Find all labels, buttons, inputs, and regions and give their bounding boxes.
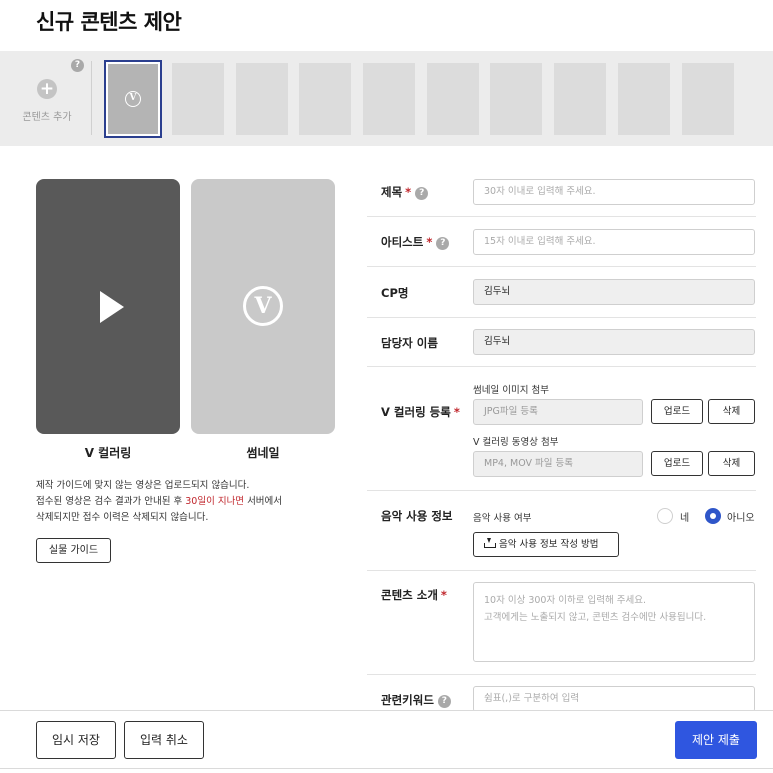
- notice-highlight: 30일이 지나면: [185, 496, 245, 507]
- row-divider: [367, 366, 756, 367]
- help-icon[interactable]: ?: [436, 237, 450, 250]
- thumb-file-input[interactable]: JPG파일 등록: [473, 399, 643, 425]
- content-thumb-empty[interactable]: [172, 63, 224, 135]
- content-thumb-empty[interactable]: [618, 63, 670, 135]
- content-thumb-empty[interactable]: [427, 63, 479, 135]
- music-yes-radio[interactable]: [657, 508, 673, 524]
- notice-line: 제작 가이드에 맞지 않는 영상은 업로드되지 않습니다.: [36, 480, 250, 491]
- video-preview-label: V 컬러링: [84, 446, 132, 460]
- video-attach-label: V 컬러링 동영상 첨부: [473, 437, 559, 448]
- guide-button[interactable]: 실물 가이드: [36, 538, 111, 563]
- content-thumb-empty[interactable]: [682, 63, 734, 135]
- manager-field: 김두뇌: [473, 329, 755, 355]
- content-strip: + 콘텐츠 추가 ? V: [0, 51, 773, 146]
- add-content-button[interactable]: + 콘텐츠 추가: [8, 63, 86, 133]
- strip-divider: [91, 61, 92, 135]
- thumbnail-preview: V: [191, 179, 335, 434]
- music-no-radio[interactable]: [705, 508, 721, 524]
- play-icon[interactable]: [100, 291, 124, 323]
- notice-line: 삭제되지만 접수 이력은 삭제되지 않습니다.: [36, 512, 209, 523]
- action-bar: 임시 저장 입력 취소 제안 제출: [0, 710, 773, 773]
- plus-icon: +: [37, 79, 57, 99]
- row-divider: [367, 674, 756, 675]
- content-thumb-empty[interactable]: [299, 63, 351, 135]
- music-usage-label: 음악 사용 여부: [473, 513, 532, 524]
- v-logo-icon: V: [243, 286, 283, 326]
- help-icon[interactable]: ?: [415, 187, 429, 200]
- content-thumb-empty[interactable]: [236, 63, 288, 135]
- keywords-input[interactable]: 쉼표(,)로 구분하여 입력: [473, 686, 755, 712]
- temp-save-button[interactable]: 임시 저장: [36, 721, 116, 759]
- thumb-upload-button[interactable]: 업로드: [651, 399, 703, 424]
- manager-label: 담당자 이름: [381, 336, 438, 350]
- keywords-label: 관련키워드?: [381, 692, 451, 708]
- bottom-divider: [0, 768, 773, 769]
- title-input[interactable]: 30자 이내로 입력해 주세요.: [473, 179, 755, 205]
- music-yes-label: 네: [680, 513, 690, 524]
- music-guide-button[interactable]: 음악 사용 정보 작성 방법: [473, 532, 619, 557]
- content-thumb-empty[interactable]: [363, 63, 415, 135]
- music-no-label: 아니오: [727, 513, 755, 524]
- artist-input[interactable]: 15자 이내로 입력해 주세요.: [473, 229, 755, 255]
- video-preview[interactable]: [36, 179, 180, 434]
- row-divider: [367, 216, 756, 217]
- intro-textarea[interactable]: 10자 이상 300자 이하로 입력해 주세요. 고객에게는 노출되지 않고, …: [473, 582, 755, 662]
- help-icon[interactable]: ?: [71, 59, 84, 72]
- content-thumb-selected[interactable]: V: [104, 60, 162, 138]
- cp-label: CP명: [381, 286, 409, 300]
- cancel-input-button[interactable]: 입력 취소: [124, 721, 204, 759]
- upload-notice: 제작 가이드에 맞지 않는 영상은 업로드되지 않습니다. 접수된 영상은 검수…: [36, 478, 336, 526]
- vcoloring-label: V 컬러링 등록 *: [381, 405, 460, 419]
- intro-label: 콘텐츠 소개 *: [381, 588, 447, 602]
- download-icon: [484, 538, 496, 548]
- title-label: 제목 *?: [381, 184, 429, 200]
- thumbnail-preview-label: 썸네일: [246, 446, 280, 460]
- add-content-label: 콘텐츠 추가: [22, 112, 72, 123]
- row-divider: [367, 570, 756, 571]
- cp-field: 김두뇌: [473, 279, 755, 305]
- row-divider: [367, 317, 756, 318]
- page-title: 신규 콘텐츠 제안: [36, 10, 182, 34]
- artist-label: 아티스트 *?: [381, 234, 450, 250]
- thumb-delete-button[interactable]: 삭제: [708, 399, 755, 424]
- notice-line: 접수된 영상은 검수 결과가 안내된 후 30일이 지나면 서버에서: [36, 496, 283, 507]
- video-upload-button[interactable]: 업로드: [651, 451, 703, 476]
- thumb-attach-label: 썸네일 이미지 첨부: [473, 385, 549, 396]
- video-delete-button[interactable]: 삭제: [708, 451, 755, 476]
- music-label: 음악 사용 정보: [381, 509, 453, 523]
- content-thumb-empty[interactable]: [490, 63, 542, 135]
- help-icon[interactable]: ?: [437, 695, 451, 708]
- row-divider: [367, 266, 756, 267]
- submit-proposal-button[interactable]: 제안 제출: [675, 721, 757, 759]
- v-logo-icon: V: [125, 91, 141, 107]
- content-thumb-empty[interactable]: [554, 63, 606, 135]
- row-divider: [367, 490, 756, 491]
- video-file-input[interactable]: MP4, MOV 파일 등록: [473, 451, 643, 477]
